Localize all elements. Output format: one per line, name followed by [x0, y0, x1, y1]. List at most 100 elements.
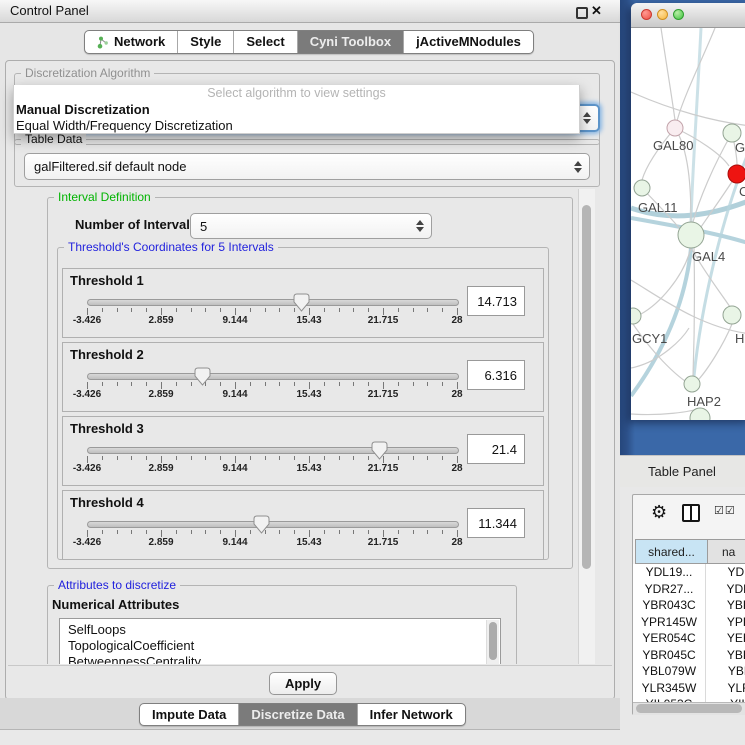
minor-tick	[427, 308, 428, 312]
threshold-value-field-1[interactable]: 14.713	[467, 286, 525, 316]
scrollbar-thumb[interactable]	[489, 622, 497, 660]
numerical-attributes-list[interactable]: SelfLoopsTopologicalCoefficientBetweenne…	[59, 618, 501, 664]
minor-tick	[413, 382, 414, 386]
checkbox-icons[interactable]: ☑☑	[714, 504, 736, 517]
group-title-interval-definition: Interval Definition	[54, 190, 155, 204]
table-row[interactable]: YPR145WYPR1	[633, 614, 745, 631]
cell-shared-name[interactable]: YBR045C	[633, 647, 706, 664]
column-header-shared-name[interactable]: shared...	[635, 539, 708, 564]
table-panel-inner: ⚙ ☑☑ shared... na YDL19...YDL1YDR27...YD…	[632, 494, 745, 715]
threshold-slider-3[interactable]: -3.4262.8599.14415.4321.71528	[87, 441, 457, 481]
attribute-item-topologicalcoefficient[interactable]: TopologicalCoefficient	[60, 638, 500, 654]
slider-thumb[interactable]	[194, 367, 211, 386]
slider-thumb[interactable]	[371, 441, 388, 460]
minor-tick	[117, 530, 118, 534]
network-window-titlebar[interactable]	[631, 3, 745, 28]
threshold-value-field-4[interactable]: 11.344	[467, 508, 525, 538]
scrollbar-thumb[interactable]	[636, 704, 742, 713]
dropdown-option-manual-discretization[interactable]: Manual Discretization	[14, 102, 581, 117]
network-node[interactable]	[678, 222, 704, 248]
network-node[interactable]	[684, 376, 700, 392]
cell-shared-name[interactable]: YDR27...	[633, 581, 706, 598]
dropdown-option-equal-width-frequency[interactable]: Equal Width/Frequency Discretization	[14, 118, 581, 133]
cell-shared-name[interactable]: YDL19...	[633, 564, 706, 581]
tab-style[interactable]: Style	[177, 31, 233, 53]
table-row[interactable]: YDL19...YDL1	[633, 564, 745, 581]
slider-track[interactable]	[87, 299, 459, 306]
minor-tick	[102, 308, 103, 312]
tab-impute-data[interactable]: Impute Data	[140, 704, 238, 725]
threshold-value-field-2[interactable]: 6.316	[467, 360, 525, 390]
cell-shared-name[interactable]: YBR043C	[633, 597, 706, 614]
tick-labels: -3.4262.8599.14415.4321.71528	[87, 389, 457, 401]
threshold-slider-1[interactable]: -3.4262.8599.14415.4321.71528	[87, 293, 457, 333]
network-node[interactable]	[667, 120, 683, 136]
table-horizontal-scrollbar[interactable]	[633, 702, 745, 715]
node-label-h: H	[735, 331, 744, 346]
tab-infer-network[interactable]: Infer Network	[357, 704, 465, 725]
network-node[interactable]	[634, 180, 650, 196]
apply-button[interactable]: Apply	[269, 672, 337, 695]
close-icon[interactable]: ✕	[591, 2, 602, 20]
gear-icon[interactable]: ⚙	[651, 502, 667, 522]
columns-icon[interactable]	[682, 504, 700, 522]
network-node[interactable]	[723, 306, 741, 324]
tab-select[interactable]: Select	[233, 31, 296, 53]
cell-name[interactable]: YLR3	[706, 680, 745, 697]
float-window-icon[interactable]	[576, 7, 588, 19]
slider-thumb[interactable]	[293, 293, 310, 312]
threshold-slider-4[interactable]: -3.4262.8599.14415.4321.71528	[87, 515, 457, 555]
attributes-list-scrollbar[interactable]	[486, 620, 499, 664]
cell-name[interactable]: YBR0	[706, 597, 745, 614]
attribute-item-selfloops[interactable]: SelfLoops	[60, 622, 500, 638]
table-row[interactable]: YBR045CYBR0	[633, 647, 745, 664]
cell-name[interactable]: YPR1	[706, 614, 745, 631]
cell-name[interactable]: YBR0	[706, 647, 745, 664]
table-data-combobox[interactable]: galFiltered.sif default node	[24, 153, 590, 180]
slider-track[interactable]	[87, 521, 459, 528]
table-panel-body: ⚙ ☑☑ shared... na YDL19...YDL1YDR27...YD…	[620, 487, 745, 745]
table-row[interactable]: YDR27...YDR2	[633, 581, 745, 598]
cell-shared-name[interactable]: YBL079W	[633, 663, 706, 680]
table-row[interactable]: YBR043CYBR0	[633, 597, 745, 614]
window-minimize-button[interactable]	[657, 9, 668, 20]
slider-track[interactable]	[87, 447, 459, 454]
threshold-slider-2[interactable]: -3.4262.8599.14415.4321.71528	[87, 367, 457, 407]
minor-tick	[442, 308, 443, 312]
slider-thumb[interactable]	[253, 515, 270, 534]
table-row[interactable]: YLR345WYLR3	[633, 680, 745, 697]
window-close-button[interactable]	[641, 9, 652, 20]
minor-tick	[279, 308, 280, 312]
window-zoom-button[interactable]	[673, 9, 684, 20]
tick-label: 21.715	[368, 463, 399, 474]
minor-tick	[353, 456, 354, 460]
cell-name[interactable]: YDL1	[706, 564, 745, 581]
major-tick	[87, 308, 88, 315]
scrollbar-thumb[interactable]	[582, 205, 591, 569]
tab-jactivemnodules[interactable]: jActiveMNodules	[403, 31, 533, 53]
cell-name[interactable]: YBL0	[706, 663, 745, 680]
threshold-value-field-3[interactable]: 21.4	[467, 434, 525, 464]
network-canvas[interactable]: GAL80GACGAL11GAL4GCY1HHAP2	[631, 28, 745, 420]
tab-network[interactable]: Network	[85, 31, 177, 53]
num-intervals-combobox[interactable]: 5	[190, 213, 432, 239]
cell-shared-name[interactable]: YPR145W	[633, 614, 706, 631]
column-header-name[interactable]: na	[708, 539, 745, 564]
minor-tick	[368, 530, 369, 534]
cell-name[interactable]: YER0	[706, 630, 745, 647]
network-node[interactable]	[631, 308, 641, 324]
table-row[interactable]: YER054CYER0	[633, 630, 745, 647]
slider-track[interactable]	[87, 373, 459, 380]
main-vertical-scrollbar[interactable]	[578, 189, 595, 664]
minor-tick	[294, 456, 295, 460]
tab-discretize-data[interactable]: Discretize Data	[238, 704, 356, 725]
tab-cyni-toolbox[interactable]: Cyni Toolbox	[297, 31, 403, 53]
minor-tick	[131, 530, 132, 534]
combo-arrows-icon	[416, 220, 424, 232]
cell-name[interactable]: YDR2	[706, 581, 745, 598]
network-node[interactable]	[728, 165, 745, 183]
table-row[interactable]: YBL079WYBL0	[633, 663, 745, 680]
attribute-item-betweennesscentrality[interactable]: BetweennessCentrality	[60, 654, 500, 664]
cell-shared-name[interactable]: YLR345W	[633, 680, 706, 697]
cell-shared-name[interactable]: YER054C	[633, 630, 706, 647]
